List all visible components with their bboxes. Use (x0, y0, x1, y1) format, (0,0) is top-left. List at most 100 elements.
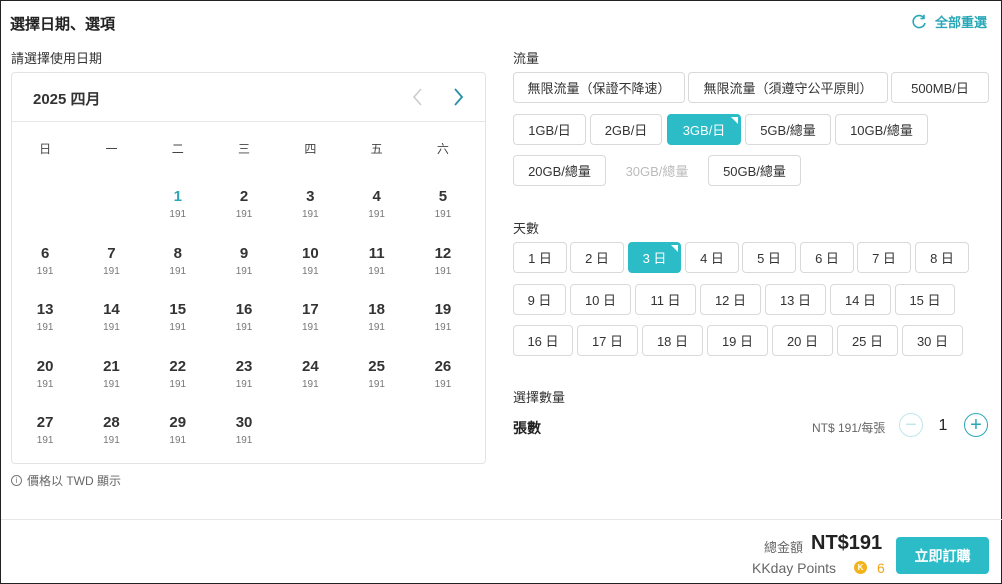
calendar-day[interactable]: 12 191 (410, 243, 476, 300)
quantity-value[interactable]: 1 (933, 417, 953, 435)
day-number: 7 (107, 244, 116, 262)
day-number: 18 (368, 301, 385, 318)
reset-button[interactable]: 全部重選 (911, 12, 987, 31)
calendar-day[interactable]: 9 191 (211, 243, 277, 300)
day-number: 12 (434, 244, 452, 262)
calendar-day[interactable]: 5 191 (410, 186, 476, 243)
calendar-day[interactable]: 6 191 (12, 243, 78, 300)
currency-note-text: 價格以 TWD 顯示 (27, 474, 121, 488)
calendar-day[interactable]: 19 191 (410, 299, 476, 356)
traffic-option[interactable]: 無限流量（保證不降速） (513, 72, 685, 103)
calendar-day[interactable]: 30 191 (211, 412, 277, 469)
days-option[interactable]: 20 日 (772, 325, 833, 356)
calendar-day[interactable]: 23 191 (211, 356, 277, 413)
day-price: 191 (301, 265, 319, 277)
days-option[interactable]: 8 日 (915, 242, 969, 273)
days-option[interactable]: 18 日 (642, 325, 703, 356)
weekday-label: 三 (238, 142, 251, 156)
calendar-day[interactable]: 21 191 (78, 356, 144, 413)
calendar-day[interactable]: 29 191 (145, 412, 211, 469)
calendar-day[interactable]: 1 191 (145, 186, 211, 243)
calendar-day[interactable]: 15 191 (145, 299, 211, 356)
day-number: 15 (169, 301, 187, 318)
calendar-month-title: 2025 四月 (33, 91, 101, 108)
next-month-button[interactable] (448, 86, 468, 108)
days-option[interactable]: 10 日 (570, 284, 631, 315)
calendar-header: 2025 四月 (12, 73, 485, 122)
chevron-right-icon (454, 88, 464, 106)
day-price: 191 (235, 435, 253, 446)
days-option[interactable]: 4 日 (685, 242, 739, 273)
traffic-option[interactable]: 500MB/日 (891, 72, 989, 103)
calendar-day[interactable]: 24 191 (277, 356, 343, 413)
days-option[interactable]: 11 日 (635, 284, 696, 315)
calendar-day[interactable]: 18 191 (343, 299, 409, 356)
day-number: 29 (169, 414, 187, 431)
day-price: 191 (434, 378, 452, 390)
days-option[interactable]: 7 日 (857, 242, 911, 273)
days-option[interactable]: 25 日 (837, 325, 898, 356)
day-price: 191 (235, 209, 253, 220)
days-option[interactable]: 5 日 (742, 242, 796, 273)
calendar-day[interactable]: 2 191 (211, 186, 277, 243)
day-number: 30 (235, 414, 253, 431)
calendar-day[interactable]: 20 191 (12, 356, 78, 413)
traffic-option[interactable]: 50GB/總量 (708, 155, 801, 186)
traffic-option[interactable]: 2GB/日 (590, 114, 662, 145)
day-price: 191 (169, 435, 187, 446)
currency-note: i 價格以 TWD 顯示 (11, 472, 121, 489)
prev-month-button[interactable] (408, 86, 428, 108)
calendar-day[interactable]: 4 191 (343, 186, 409, 243)
total-value: NT$191 (811, 532, 883, 554)
calendar-day[interactable]: 14 191 (78, 299, 144, 356)
days-option[interactable]: 15 日 (895, 284, 955, 315)
calendar-day[interactable]: 26 191 (410, 356, 476, 413)
days-option[interactable]: 16 日 (513, 325, 573, 356)
day-price: 191 (169, 265, 187, 277)
days-option[interactable]: 1 日 (513, 242, 567, 273)
calendar-day[interactable]: 22 191 (145, 356, 211, 413)
days-option[interactable]: 13 日 (765, 284, 826, 315)
weekday-label: 一 (105, 142, 118, 156)
days-option[interactable]: 30 日 (902, 325, 963, 356)
days-option[interactable]: 2 日 (570, 242, 624, 273)
unit-price: NT$ 191/每張 (812, 421, 886, 435)
traffic-option[interactable]: 無限流量（須遵守公平原則） (688, 72, 888, 103)
traffic-option[interactable]: 10GB/總量 (835, 114, 928, 145)
calendar-day[interactable]: 16 191 (211, 299, 277, 356)
reset-label: 全部重選 (934, 15, 987, 30)
quantity-label: 選擇數量 (513, 390, 566, 405)
days-option[interactable]: 3 日 (628, 242, 681, 273)
day-number: 20 (36, 357, 54, 375)
weekday-label: 二 (171, 142, 184, 156)
day-price: 191 (103, 435, 120, 446)
day-number: 25 (368, 357, 385, 375)
calendar-day[interactable]: 28 191 (78, 412, 144, 469)
days-option[interactable]: 14 日 (830, 284, 891, 315)
days-option[interactable]: 9 日 (513, 284, 566, 315)
day-price: 191 (103, 378, 120, 390)
traffic-option[interactable]: 20GB/總量 (513, 155, 606, 186)
calendar-day[interactable]: 25 191 (343, 356, 409, 413)
decrease-quantity-button[interactable]: − (899, 413, 923, 437)
calendar-day[interactable]: 13 191 (12, 299, 78, 356)
calendar-day[interactable]: 10 191 (277, 243, 343, 300)
calendar-day[interactable]: 3 191 (277, 186, 343, 243)
days-option[interactable]: 19 日 (707, 325, 768, 356)
calendar-day[interactable]: 11 191 (343, 243, 409, 300)
traffic-option[interactable]: 1GB/日 (513, 114, 586, 145)
days-option[interactable]: 17 日 (577, 325, 638, 356)
calendar-day[interactable]: 8 191 (145, 243, 211, 300)
kkday-coin-icon: K (854, 561, 867, 574)
days-option[interactable]: 6 日 (800, 242, 854, 273)
calendar-day[interactable]: 27 191 (12, 412, 78, 469)
traffic-option[interactable]: 3GB/日 (667, 114, 741, 145)
calendar-day[interactable]: 7 191 (78, 243, 144, 300)
day-price: 191 (36, 322, 54, 333)
days-option[interactable]: 12 日 (700, 284, 761, 315)
calendar-day[interactable]: 17 191 (277, 299, 343, 356)
increase-quantity-button[interactable]: + (964, 413, 988, 437)
traffic-option[interactable]: 5GB/總量 (745, 114, 831, 145)
day-number: 5 (438, 188, 448, 205)
book-now-button[interactable]: 立即訂購 (896, 537, 989, 574)
